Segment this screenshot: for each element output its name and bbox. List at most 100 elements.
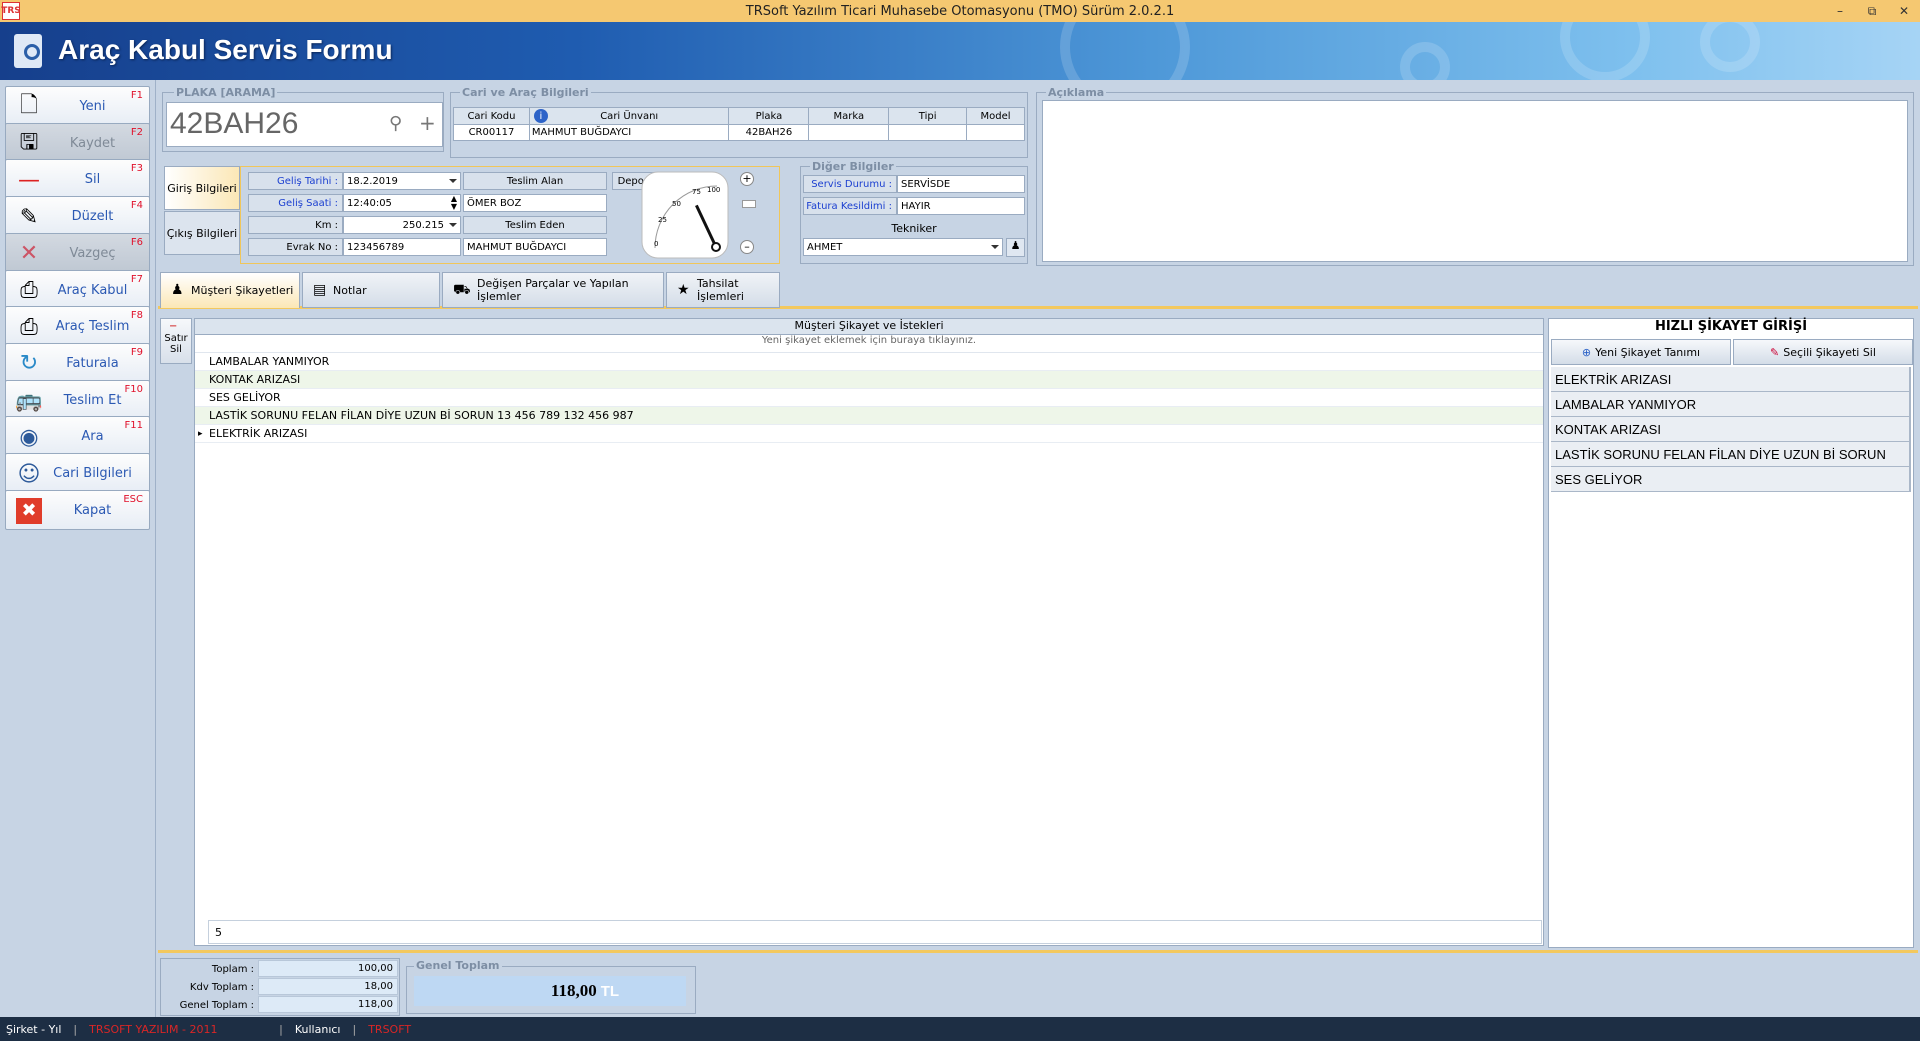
new-document-icon: 🗋 (20, 93, 38, 118)
sidebar-button-6[interactable]: ⎙ Araç Teslim F8 (5, 306, 150, 347)
app-window: TRS TRSoft Yazılım Ticari Muhasebe Otoma… (0, 0, 1920, 1041)
table-row[interactable]: SES GELİYOR (195, 389, 1543, 407)
km-field[interactable]: 250.215 (343, 216, 461, 234)
evrak-no-field[interactable]: 123456789 (343, 238, 461, 256)
model-value[interactable] (966, 124, 1025, 141)
kullanici-value: TRSOFT (368, 1022, 412, 1036)
sidebar-button-8[interactable]: 🚌 Teslim Et F10 (5, 379, 150, 420)
table-row[interactable]: LASTİK SORUNU FELAN FİLAN DİYE UZUN Bİ S… (195, 407, 1543, 425)
sikayet-sil-button[interactable]: ✎ Seçili Şikayeti Sil (1733, 339, 1913, 365)
list-item[interactable]: LAMBALAR YANMIYOR (1551, 392, 1911, 417)
sidebar-button-label: Yeni (79, 99, 106, 114)
sidebar-button-label: Düzelt (71, 209, 114, 225)
cancel-icon: ✕ (19, 241, 39, 267)
grid-footer-count: 5 (208, 920, 1542, 944)
search-icon[interactable]: ⚲ (389, 113, 402, 134)
table-row[interactable]: LAMBALAR YANMIYOR (195, 353, 1543, 371)
genel-toplam-value: 118,00 (258, 996, 398, 1013)
table-row[interactable]: KONTAK ARIZASI (195, 371, 1543, 389)
shortcut-key: F11 (124, 420, 143, 432)
teknisyen-select[interactable]: AHMET (803, 238, 1003, 256)
restore-icon[interactable]: ⧉ (1856, 0, 1888, 22)
gelis-saati-field[interactable]: 12:40:05 ▲ ▼ (343, 194, 461, 212)
teslim-eden-field[interactable]: MAHMUT BUĞDAYCI (463, 238, 607, 256)
cari-kodu-value[interactable]: CR00117 (453, 124, 530, 141)
chevron-down-icon (991, 245, 999, 249)
minimize-icon[interactable]: – (1824, 0, 1856, 22)
close-window-icon[interactable]: ✕ (1888, 0, 1920, 22)
add-circle-icon: ⊕ (1581, 345, 1592, 359)
yeni-sikayet-button[interactable]: ⊕ Yeni Şikayet Tanımı (1551, 339, 1731, 365)
list-item[interactable]: KONTAK ARIZASI (1551, 417, 1911, 442)
info-icon[interactable]: i (533, 109, 548, 123)
shortcut-key: F7 (130, 273, 143, 285)
fatura-kesildimi-label: Fatura Kesildimi : (803, 197, 897, 215)
sidebar-button-3[interactable]: ✎ Düzelt F4 (5, 196, 150, 237)
servis-durumu-field[interactable]: SERVİSDE (897, 175, 1025, 193)
tab-cikis-bilgileri[interactable]: Çıkış Bilgileri (164, 211, 240, 255)
tab-degisen-parcalar[interactable]: ⛟ Değişen Parçalar ve Yapılan İşlemler (442, 272, 664, 308)
shortcut-key: F10 (124, 383, 143, 395)
gelis-saati-label: Geliş Saati : (248, 194, 343, 212)
user-icon[interactable]: ♟ (1006, 238, 1025, 257)
col-plaka: Plaka (728, 107, 810, 125)
cari-unvani-value[interactable]: MAHMUT BUĞDAYCI (528, 124, 730, 141)
plate-search-input[interactable]: 42BAH26 ⚲ + (166, 102, 443, 147)
col-tipi: Tipi (888, 107, 968, 125)
sirket-value: TRSOFT YAZILIM - 2011 (89, 1022, 218, 1036)
shortcut-key: F9 (130, 346, 143, 358)
shortcut-key: F8 (130, 310, 143, 322)
sidebar-button-4[interactable]: ✕ Vazgeç F6 (5, 232, 150, 273)
fatura-kesildimi-field[interactable]: HAYIR (897, 197, 1025, 215)
teslim-alan-field[interactable]: ÖMER BOZ (463, 194, 607, 212)
marka-value[interactable] (808, 124, 890, 141)
sidebar-button-7[interactable]: ↻ Faturala F9 (5, 342, 150, 383)
currency-label: TL (600, 982, 620, 1000)
col-cari-kodu: Cari Kodu (453, 107, 530, 125)
tab-notlar[interactable]: ▤ Notlar (302, 272, 440, 308)
add-icon[interactable]: + (419, 111, 436, 135)
grid-header: Müşteri Şikayet ve İstekleri (195, 319, 1543, 335)
gauge-tick: 100 (707, 186, 720, 194)
shortcut-key: F1 (130, 90, 143, 101)
gelis-tarihi-label: Geliş Tarihi : (248, 172, 343, 190)
evrak-no-label: Evrak No : (248, 238, 343, 256)
money-icon: ★ (677, 282, 690, 298)
toplam-value: 100,00 (258, 960, 398, 977)
binoculars-icon: ◉ (19, 424, 39, 450)
tab-tahsilat-islemleri[interactable]: ★ Tahsilat İşlemleri (666, 272, 780, 308)
sidebar-button-label: Araç Kabul (57, 282, 128, 298)
zoom-out-icon[interactable]: – (740, 240, 754, 254)
zoom-in-icon[interactable]: + (740, 172, 754, 186)
sidebar-button-2[interactable]: — Sil F3 (5, 159, 150, 200)
table-row[interactable]: ▸ ELEKTRİK ARIZASI (195, 425, 1543, 443)
plaka-value[interactable]: 42BAH26 (728, 124, 810, 141)
cari-title: Cari ve Araç Bilgileri (460, 86, 591, 99)
toplam-label: Toplam : (211, 963, 254, 975)
tipi-value[interactable] (888, 124, 968, 141)
shortcut-key: F6 (130, 236, 143, 248)
hizli-sikayet-title: HIZLI ŞİKAYET GİRİŞİ (1549, 319, 1913, 337)
list-item[interactable]: SES GELİYOR (1551, 467, 1911, 492)
list-item[interactable]: LASTİK SORUNU FELAN FİLAN DİYE UZUN Bİ S… (1551, 442, 1911, 467)
shortcut-key: ESC (123, 493, 143, 505)
col-marka: Marka (808, 107, 890, 125)
sidebar-button-9[interactable]: ◉ Ara F11 (5, 416, 150, 457)
users-icon: ☺ (17, 461, 41, 487)
sidebar-button-10[interactable]: ☺ Cari Bilgileri (5, 453, 150, 493)
new-row-hint[interactable]: Yeni şikayet eklemek için buraya tıklayı… (195, 335, 1543, 353)
teslim-alan-label: Teslim Alan (463, 172, 607, 190)
tab-musteri-sikayetleri[interactable]: ♟ Müşteri Şikayetleri (160, 272, 300, 308)
gelis-tarihi-field[interactable]: 18.2.2019 (343, 172, 461, 190)
sidebar-button-11[interactable]: ✖ Kapat ESC (5, 489, 150, 530)
aciklama-textarea[interactable] (1042, 100, 1908, 262)
chevron-down-icon (449, 223, 457, 227)
sidebar-button-0[interactable]: 🗋 Yeni F1 (5, 86, 150, 126)
satir-sil-button[interactable]: − Satır Sil (160, 318, 192, 364)
sidebar-button-label: Kaydet (69, 135, 116, 151)
list-item[interactable]: ELEKTRİK ARIZASI (1551, 367, 1911, 392)
sidebar-button-5[interactable]: ⎙ Araç Kabul F7 (5, 269, 150, 310)
tab-giris-bilgileri[interactable]: Giriş Bilgileri (164, 166, 240, 210)
sidebar-button-1[interactable]: 🖫 Kaydet F2 (5, 122, 150, 163)
zoom-slider[interactable] (742, 200, 756, 208)
